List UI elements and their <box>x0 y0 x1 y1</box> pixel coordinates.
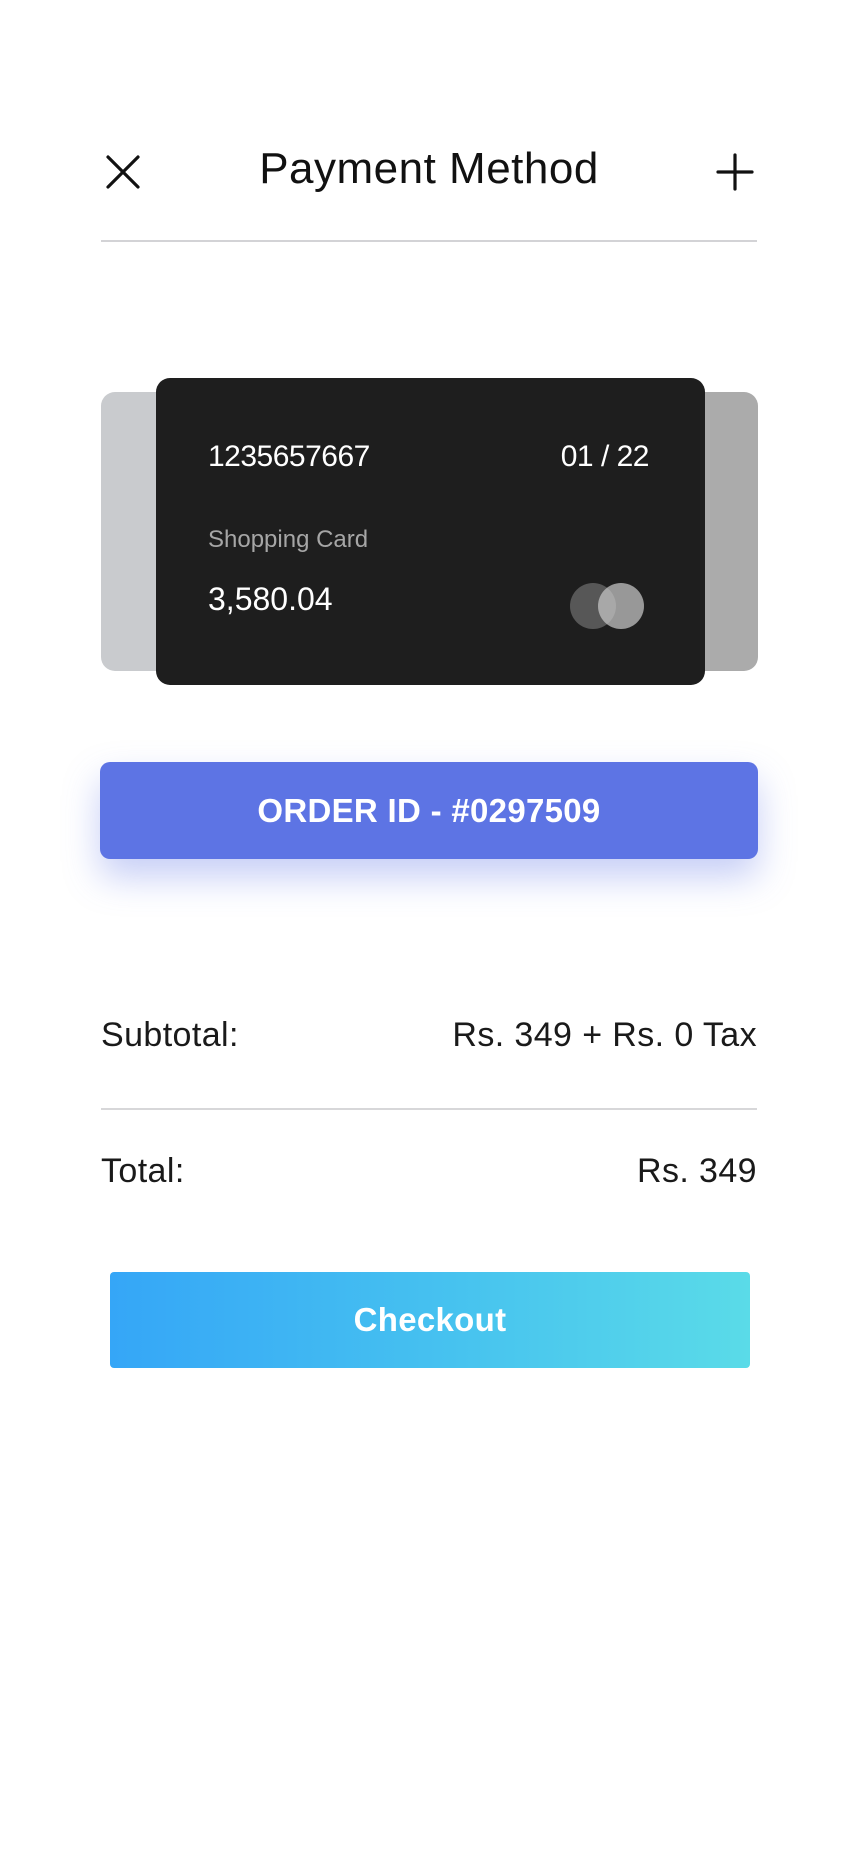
total-value: Rs. 349 <box>637 1152 757 1190</box>
page-title: Payment Method <box>259 144 599 193</box>
card-expiry: 01 / 22 <box>560 440 650 473</box>
card-logo-right-circle <box>598 583 644 629</box>
card-network-icon <box>570 583 646 629</box>
subtotal-value: Rs. 349 + Rs. 0 Tax <box>452 1016 757 1054</box>
payment-method-screen: Payment Method 1235657667 01 / 22 Shoppi… <box>0 0 858 1854</box>
total-label: Total: <box>101 1152 185 1190</box>
order-id-banner: ORDER ID - #0297509 <box>100 762 758 859</box>
total-row: Total: Rs. 349 <box>101 1152 757 1202</box>
add-payment-button[interactable] <box>713 150 757 194</box>
card-balance: 3,580.04 <box>208 581 333 617</box>
header-divider <box>101 240 757 242</box>
card-name: Shopping Card <box>208 526 369 553</box>
header: Payment Method <box>101 120 757 220</box>
subtotal-label: Subtotal: <box>101 1016 239 1054</box>
payment-card[interactable]: 1235657667 01 / 22 Shopping Card 3,580.0… <box>156 378 705 685</box>
subtotal-row: Subtotal: Rs. 349 + Rs. 0 Tax <box>101 1016 757 1066</box>
summary-divider <box>101 1108 757 1110</box>
plus-icon <box>716 153 754 191</box>
card-number: 1235657667 <box>208 440 370 473</box>
checkout-button[interactable]: Checkout <box>110 1272 750 1368</box>
